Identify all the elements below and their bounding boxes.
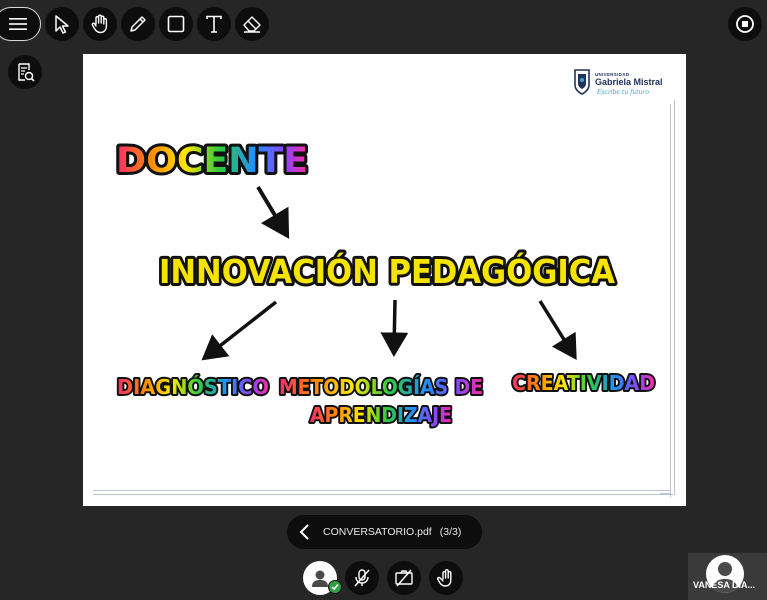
- pan-tool-button[interactable]: [83, 7, 117, 41]
- page-navigator: CONVERSATORIO.pdf (3/3): [287, 515, 482, 549]
- title-docente: DOCENTE: [116, 141, 308, 181]
- arrow-left: [201, 300, 278, 361]
- document-zoom-button[interactable]: [8, 55, 42, 89]
- eraser-icon: [243, 16, 261, 33]
- branch-aprendizaje: APRENDIZAJE: [310, 403, 452, 427]
- camera-button[interactable]: [387, 561, 421, 595]
- pen-tool-button[interactable]: [121, 7, 155, 41]
- page-number: (3/3): [439, 526, 462, 538]
- stop-share-button[interactable]: [728, 7, 762, 41]
- file-name: CONVERSATORIO.pdf: [323, 526, 432, 538]
- pencil-icon: [130, 16, 146, 32]
- branch-diagnostico: DIAGNÓSTICO: [117, 375, 269, 399]
- shape-tool-button[interactable]: [159, 7, 193, 41]
- participant-name: VANESA DIA...: [693, 580, 756, 590]
- center-innovacion: INNOVACIÓN PEDAGÓGICA: [159, 251, 615, 291]
- status-check-icon: [328, 580, 342, 594]
- zoom-document-icon: [18, 63, 35, 82]
- eraser-tool-button[interactable]: [235, 7, 269, 41]
- microphone-button[interactable]: [345, 561, 379, 595]
- hand-raise-icon: [437, 569, 452, 587]
- camera-off-icon: [395, 569, 413, 587]
- raise-hand-button[interactable]: [429, 561, 463, 595]
- concept-diagram: DOCENTE INNOVACIÓN PEDAGÓGICA DIAGNÓSTIC…: [113, 138, 657, 429]
- mic-off-icon: [354, 569, 370, 587]
- text-icon: [206, 15, 222, 33]
- text-tool-button[interactable]: [197, 7, 231, 41]
- branch-creatividad: CREATIVIDAD: [512, 371, 655, 395]
- participant-tile[interactable]: VANESA DIA...: [688, 553, 767, 600]
- presentation-slide: UNIVERSIDAD Gabriela Mistral Escribe tu …: [83, 54, 686, 506]
- hamburger-icon: [8, 18, 27, 30]
- stop-icon: [736, 15, 754, 33]
- arrow-right: [538, 300, 577, 360]
- arrow-down: [256, 185, 290, 239]
- arrow-middle: [380, 299, 409, 357]
- select-tool-button[interactable]: [45, 7, 79, 41]
- square-icon: [167, 15, 185, 33]
- arrow-pointer-icon: [55, 15, 69, 34]
- chevron-left-icon[interactable]: [299, 524, 311, 540]
- menu-button[interactable]: [0, 7, 41, 41]
- branch-metodologias: METODOLOGÍAS DE: [279, 375, 483, 399]
- hand-icon: [91, 14, 108, 34]
